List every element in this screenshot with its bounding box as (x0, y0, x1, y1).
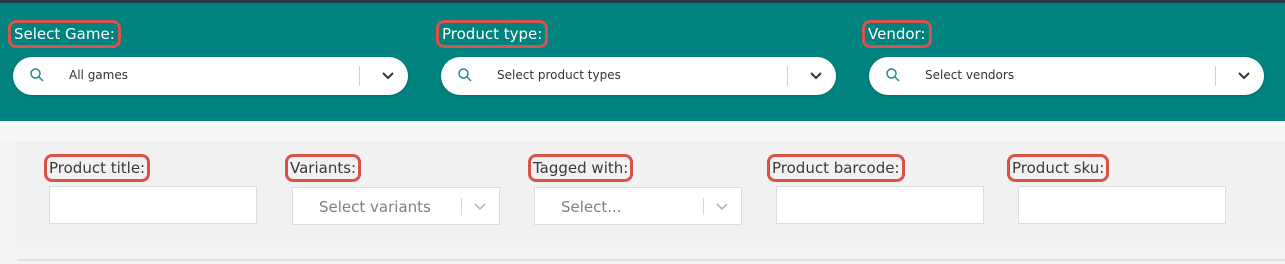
search-icon (886, 68, 900, 82)
variants-select[interactable]: Select variants (292, 187, 500, 225)
variants-label: Variants: (285, 154, 362, 182)
select-divider (461, 198, 462, 215)
variants-placeholder: Select variants (319, 198, 431, 216)
chevron-down-icon[interactable] (808, 69, 824, 83)
vendor-dropdown[interactable]: Select vendors (869, 57, 1264, 95)
product-barcode-input[interactable] (776, 186, 984, 224)
tagged-with-placeholder: Select... (561, 198, 622, 216)
select-game-label: Select Game: (8, 20, 121, 48)
dropdown-divider (1215, 66, 1216, 86)
search-icon (458, 68, 472, 82)
vendor-label: Vendor: (862, 20, 932, 48)
dropdown-divider (787, 66, 788, 86)
product-type-label: Product type: (436, 20, 549, 48)
chevron-down-icon[interactable] (380, 69, 396, 83)
tagged-with-select[interactable]: Select... (534, 187, 742, 225)
select-game-dropdown[interactable]: All games (13, 57, 408, 95)
product-sku-label: Product sku: (1007, 154, 1110, 182)
chevron-down-icon[interactable] (473, 201, 487, 213)
product-type-placeholder: Select product types (497, 68, 621, 82)
tagged-with-label: Tagged with: (528, 154, 634, 182)
search-icon (30, 68, 44, 82)
chevron-down-icon[interactable] (715, 201, 729, 213)
product-title-input[interactable] (49, 186, 257, 224)
vendor-placeholder: Select vendors (925, 68, 1015, 82)
chevron-down-icon[interactable] (1236, 69, 1252, 83)
dropdown-divider (359, 66, 360, 86)
product-barcode-label: Product barcode: (767, 154, 905, 182)
select-divider (703, 198, 704, 215)
product-title-label: Product title: (44, 154, 151, 182)
section-gap (0, 121, 1285, 141)
product-sku-input[interactable] (1018, 186, 1226, 224)
product-type-dropdown[interactable]: Select product types (441, 57, 836, 95)
panel-bottom-border (17, 259, 1285, 261)
select-game-value: All games (69, 68, 128, 82)
